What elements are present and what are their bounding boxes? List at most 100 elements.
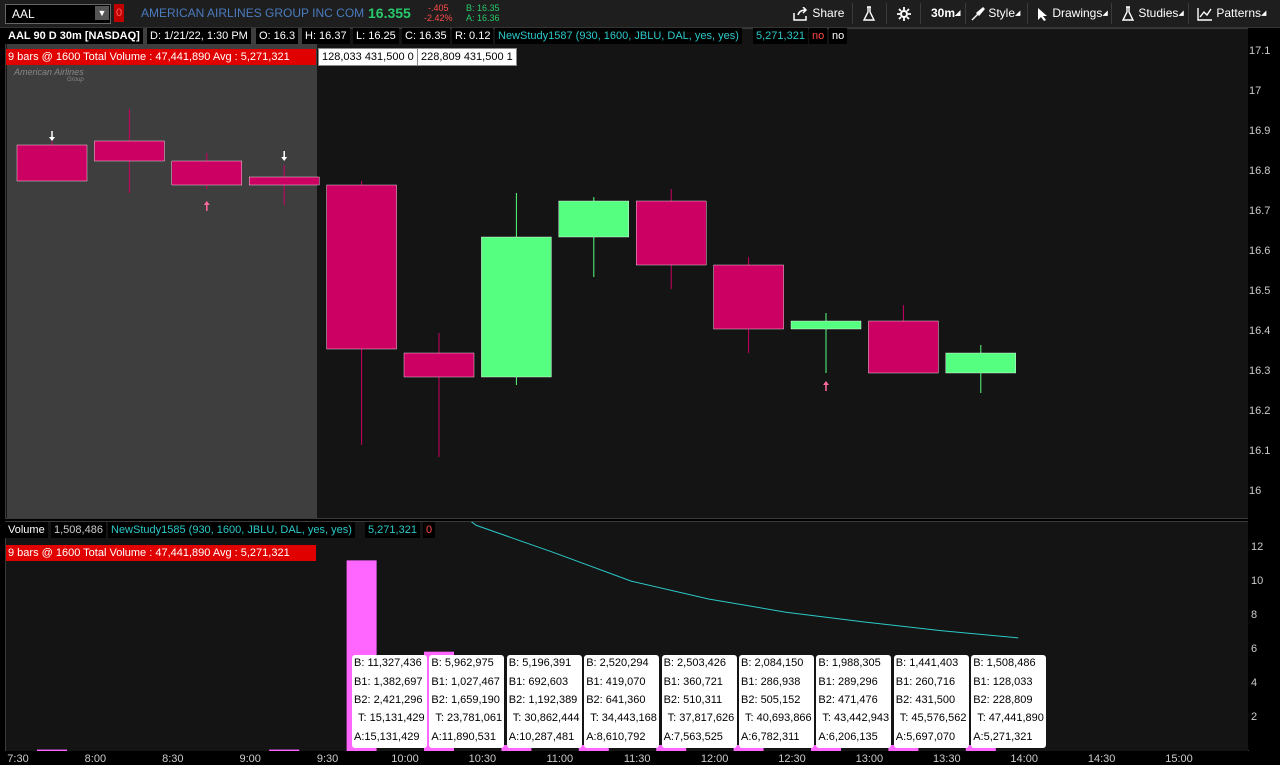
tooltip-line: A:7,563,525 (663, 731, 723, 743)
symbol-dropdown-icon[interactable]: ▼ (95, 6, 109, 20)
separator (965, 3, 966, 24)
tooltip-line: B1: 419,070 (586, 676, 646, 688)
time-tick-label: 12:00 (700, 753, 729, 765)
corner-arrow-icon: ◢ (1261, 10, 1267, 17)
candle-body[interactable] (481, 236, 552, 378)
arrow-down-icon (49, 131, 55, 141)
bar-range: R: 0.12 (452, 28, 494, 44)
candles-layer (16, 109, 1016, 457)
share-button[interactable]: Share (793, 3, 844, 24)
tooltip-line: B2: 431,500 (895, 694, 956, 706)
arrow-up-icon (823, 381, 829, 391)
bar-high: H: 16.37 (302, 28, 350, 44)
tooltip-line: B: 2,084,150 (741, 657, 804, 669)
tooltip-line: T: 47,441,890 (977, 712, 1044, 724)
bars-volume-note: 9 bars @ 1600 Total Volume : 47,441,890 … (6, 545, 316, 561)
price-tick-label: 16.6 (1249, 245, 1271, 257)
patterns-icon (1197, 7, 1212, 21)
candle-body[interactable] (558, 200, 629, 238)
candle-body[interactable] (326, 184, 397, 350)
last-price: 16.355 (368, 5, 411, 21)
volume-tick-label: 6 (1251, 643, 1258, 655)
timeframe-button[interactable]: 30m◢ (931, 3, 960, 24)
alert-badge[interactable]: 0 (114, 4, 124, 22)
study-flag: no (809, 28, 828, 44)
ask-value: A: 16.36 (466, 13, 500, 23)
patterns-label: Patterns (1216, 6, 1262, 20)
study-label[interactable]: NewStudy1587 (930, 1600, JBLU, DAL, yes,… (495, 28, 742, 44)
separator (1111, 3, 1112, 24)
volume-tooltip: B: 2,503,426 B1: 360,721 B2: 510,311 T: 37,… (661, 655, 737, 748)
tooltip-line: B2: 2,421,296 (354, 694, 423, 706)
price-tick-label: 16.8 (1249, 165, 1271, 177)
corner-arrow-icon: ◢ (1178, 10, 1184, 17)
tooltip-line: A:5,271,321 (973, 731, 1033, 743)
candle-body[interactable] (636, 200, 707, 266)
tooltip-line: B1: 260,716 (895, 676, 956, 688)
style-label: Style (988, 6, 1016, 20)
tooltip-line: B1: 289,296 (818, 676, 878, 688)
tooltip-line: B: 5,962,975 (431, 657, 494, 669)
volume-study-label[interactable]: NewStudy1585 (930, 1600, JBLU, DAL, yes,… (108, 522, 355, 538)
tooltip-line: A:5,697,070 (895, 731, 956, 743)
candle-body[interactable] (171, 160, 243, 186)
settings-button[interactable] (896, 3, 912, 24)
flask-button[interactable] (862, 3, 876, 24)
price-chart[interactable]: American Airlines Group (5, 28, 1249, 519)
candle-body[interactable] (16, 144, 88, 182)
candle-body[interactable] (403, 352, 475, 378)
time-tick-label: 13:00 (855, 753, 884, 765)
time-tick-label: 7:30 (7, 753, 29, 765)
bar-open: O: 16.3 (256, 28, 299, 44)
tooltip-line: B: 2,520,294 (586, 657, 649, 669)
candle-body[interactable] (248, 176, 320, 186)
corner-arrow-icon: ◢ (1015, 10, 1021, 17)
volume-title: Volume (5, 522, 48, 538)
price-tick-label: 16.7 (1249, 205, 1271, 217)
candle-body[interactable] (868, 320, 939, 374)
studies-button[interactable]: Studies◢ (1121, 3, 1184, 24)
volume-tooltip: B: 2,084,150 B1: 286,938 B2: 505,152 T: 40,… (739, 655, 814, 748)
candle-body[interactable] (713, 264, 784, 330)
tooltip-line: A:15,131,429 (354, 731, 420, 743)
bid-value: B: 16.35 (466, 3, 500, 13)
tooltip-line: B: 1,508,486 (973, 657, 1036, 669)
patterns-button[interactable]: Patterns◢ (1197, 3, 1266, 24)
time-tick-label: 8:30 (162, 753, 184, 765)
flask-icon (862, 6, 876, 21)
time-tick-label: 11:00 (546, 753, 574, 765)
volume-tick-label: 4 (1251, 677, 1258, 689)
price-tick-label: 17 (1249, 85, 1262, 97)
price-tick-label: 16.9 (1249, 125, 1271, 137)
symbol-input[interactable]: AAL ▼ (5, 4, 111, 24)
bar-close: C: 16.35 (402, 28, 450, 44)
candle-body[interactable] (790, 320, 862, 330)
volume-value: 1,508,486 (51, 522, 106, 538)
candle-body[interactable] (945, 352, 1016, 374)
tooltip-line: A:6,782,311 (741, 731, 800, 743)
tooltip-line: B1: 692,603 (508, 676, 569, 688)
time-tick-label: 11:30 (623, 753, 651, 765)
bid-ask: B: 16.35 A: 16.36 (466, 3, 500, 23)
tooltip-line: B: 1,441,403 (895, 657, 959, 669)
studies-label: Studies (1138, 6, 1179, 20)
tooltip-line: T: 23,781,061 (435, 712, 503, 724)
volume-tick-label: 12 (1251, 541, 1264, 553)
tooltip-line: A:8,610,792 (586, 731, 646, 743)
style-button[interactable]: Style◢ (971, 3, 1020, 24)
tooltip-line: B1: 1,027,467 (431, 676, 500, 688)
drawings-button[interactable]: Drawings◢ (1037, 3, 1108, 24)
tooltip-line: B1: 128,033 (973, 676, 1033, 688)
time-tick-label: 14:00 (1010, 753, 1038, 765)
volume-study-value: 5,271,321 (365, 522, 420, 538)
cursor-icon (1038, 7, 1047, 21)
tooltip-line: B: 5,196,391 (508, 657, 572, 669)
candle-body[interactable] (94, 140, 165, 162)
study-value: 5,271,321 (753, 28, 808, 44)
tooltip-line: T: 40,693,866 (745, 712, 812, 724)
separator (920, 3, 921, 24)
tooltip-line: T: 45,576,562 (899, 712, 967, 724)
tooltip-line: B2: 505,152 (741, 694, 801, 706)
price-tick-label: 16.1 (1249, 445, 1271, 457)
symbol-value: AAL (12, 7, 35, 21)
